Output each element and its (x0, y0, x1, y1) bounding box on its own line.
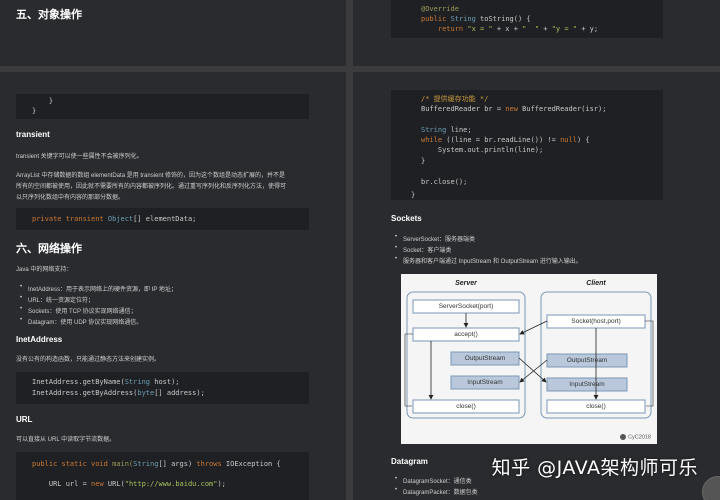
code-line: System.out.println(line); (421, 146, 544, 154)
box-label: InputStream (467, 379, 503, 386)
list-item: Sockets：使用 TCP 协议实现网络通信； (20, 306, 137, 315)
heading-inetaddress: InetAddress (16, 335, 63, 344)
list-item: URL：统一资源定位符； (20, 295, 94, 304)
paragraph: Java 中的网络支持： (16, 267, 73, 273)
code-line: public String toString() { (421, 15, 531, 23)
paragraph: transient 关键字可以使一些属性不会被序列化。 (16, 154, 143, 160)
code-block-inetaddress: InetAddress.getByName(String host); Inet… (16, 372, 309, 404)
box-label: ServerSocket(port) (438, 303, 494, 310)
code-line: } (32, 107, 37, 115)
box-label: close() (456, 403, 476, 410)
code-line: br.close(); (421, 178, 468, 186)
box-label: OutputStream (566, 357, 608, 364)
section-heading-network: 六、网络操作 (16, 243, 82, 255)
scroll-button[interactable] (702, 476, 720, 500)
code-line: public static void main(String[] args) t… (32, 460, 281, 468)
right-bottom-panel: /* 提供缓存功能 */ BufferedReader br = new Buf… (353, 72, 720, 500)
heading-url: URL (16, 415, 33, 424)
list-item: DatagramSocket：通信类 (395, 476, 472, 485)
left-bottom-panel: } } transient transient 关键字可以使一些属性不会被序列化… (0, 72, 346, 500)
code-block-tostring: @Override public String toString() { ret… (391, 0, 663, 38)
code-line: private transient Object[] elementData; (32, 215, 197, 223)
heading-datagram: Datagram (391, 457, 428, 466)
box-label: close() (586, 403, 606, 410)
list-item: 服务器和客户端通过 InputStream 和 OutputStream 进行输… (395, 256, 582, 265)
right-top-panel: @Override public String toString() { ret… (353, 0, 720, 66)
code-line: while ((line = br.readLine()) != null) { (421, 136, 590, 144)
box-label: Socket(host,port) (571, 318, 621, 325)
paragraph: ArrayList 中存储数据的数组 elementData 是用 transi… (16, 173, 286, 179)
paragraph: 以只序列化数组中有内容的那部分数据。 (16, 195, 125, 201)
code-block-closing-brace: } } (16, 94, 309, 119)
github-icon (620, 433, 627, 440)
code-line: return "x = " + x + " " + "y = " + y; (421, 25, 599, 33)
box-label: InputStream (569, 381, 605, 388)
code-line: URL url = new URL("http://www.baidu.com"… (32, 480, 226, 488)
paragraph: 所有的空间都被使用，因此就不需要所有的内容都被序列化。通过重写序列化和反序列化方… (16, 184, 287, 190)
code-line: @Override (421, 5, 459, 13)
list-item: Socket：客户端类 (395, 245, 451, 254)
code-line: BufferedReader br = new BufferedReader(i… (421, 105, 607, 113)
socket-diagram: Server Client ServerSocket(port) accept(… (401, 274, 657, 444)
code-line: String line; (421, 126, 472, 134)
list-item: InetAddress：用于表示网络上的硬件资源，即 IP 地址； (20, 284, 177, 293)
code-line: InetAddress.getByName(String host); (32, 378, 180, 386)
heading-transient: transient (16, 130, 50, 139)
diagram-credit: CyC2018 (620, 433, 651, 440)
left-top-panel: 五、对象操作 (0, 0, 346, 66)
code-line: } (421, 157, 426, 165)
code-line: /* 提供缓存功能 */ (421, 95, 489, 103)
list-item: DatagramPacket：数据包类 (395, 487, 478, 496)
list-item: ServerSocket：服务器端类 (395, 234, 475, 243)
server-title: Server (455, 280, 477, 287)
code-line: } (411, 191, 416, 199)
list-item: Datagram：使用 UDP 协议实现网络通信。 (20, 317, 142, 326)
code-block-bufferedreader: /* 提供缓存功能 */ BufferedReader br = new Buf… (391, 90, 663, 200)
box-label: accept() (454, 331, 478, 338)
box-label: OutputStream (464, 355, 506, 362)
watermark: 知乎 @JAVA架构师可乐 (491, 457, 698, 479)
section-heading-object-ops: 五、对象操作 (16, 9, 82, 21)
code-block-transient: private transient Object[] elementData; (16, 208, 309, 230)
paragraph: 可以直接从 URL 中读取字节流数据。 (16, 437, 116, 443)
heading-sockets: Sockets (391, 214, 422, 223)
client-title: Client (586, 280, 606, 287)
paragraph: 没有公有的构造函数，只能通过静态方法来创建实例。 (16, 357, 161, 363)
code-line: InetAddress.getByAddress(byte[] address)… (32, 389, 205, 397)
code-line: } (32, 97, 54, 105)
code-block-url: public static void main(String[] args) t… (16, 452, 309, 500)
